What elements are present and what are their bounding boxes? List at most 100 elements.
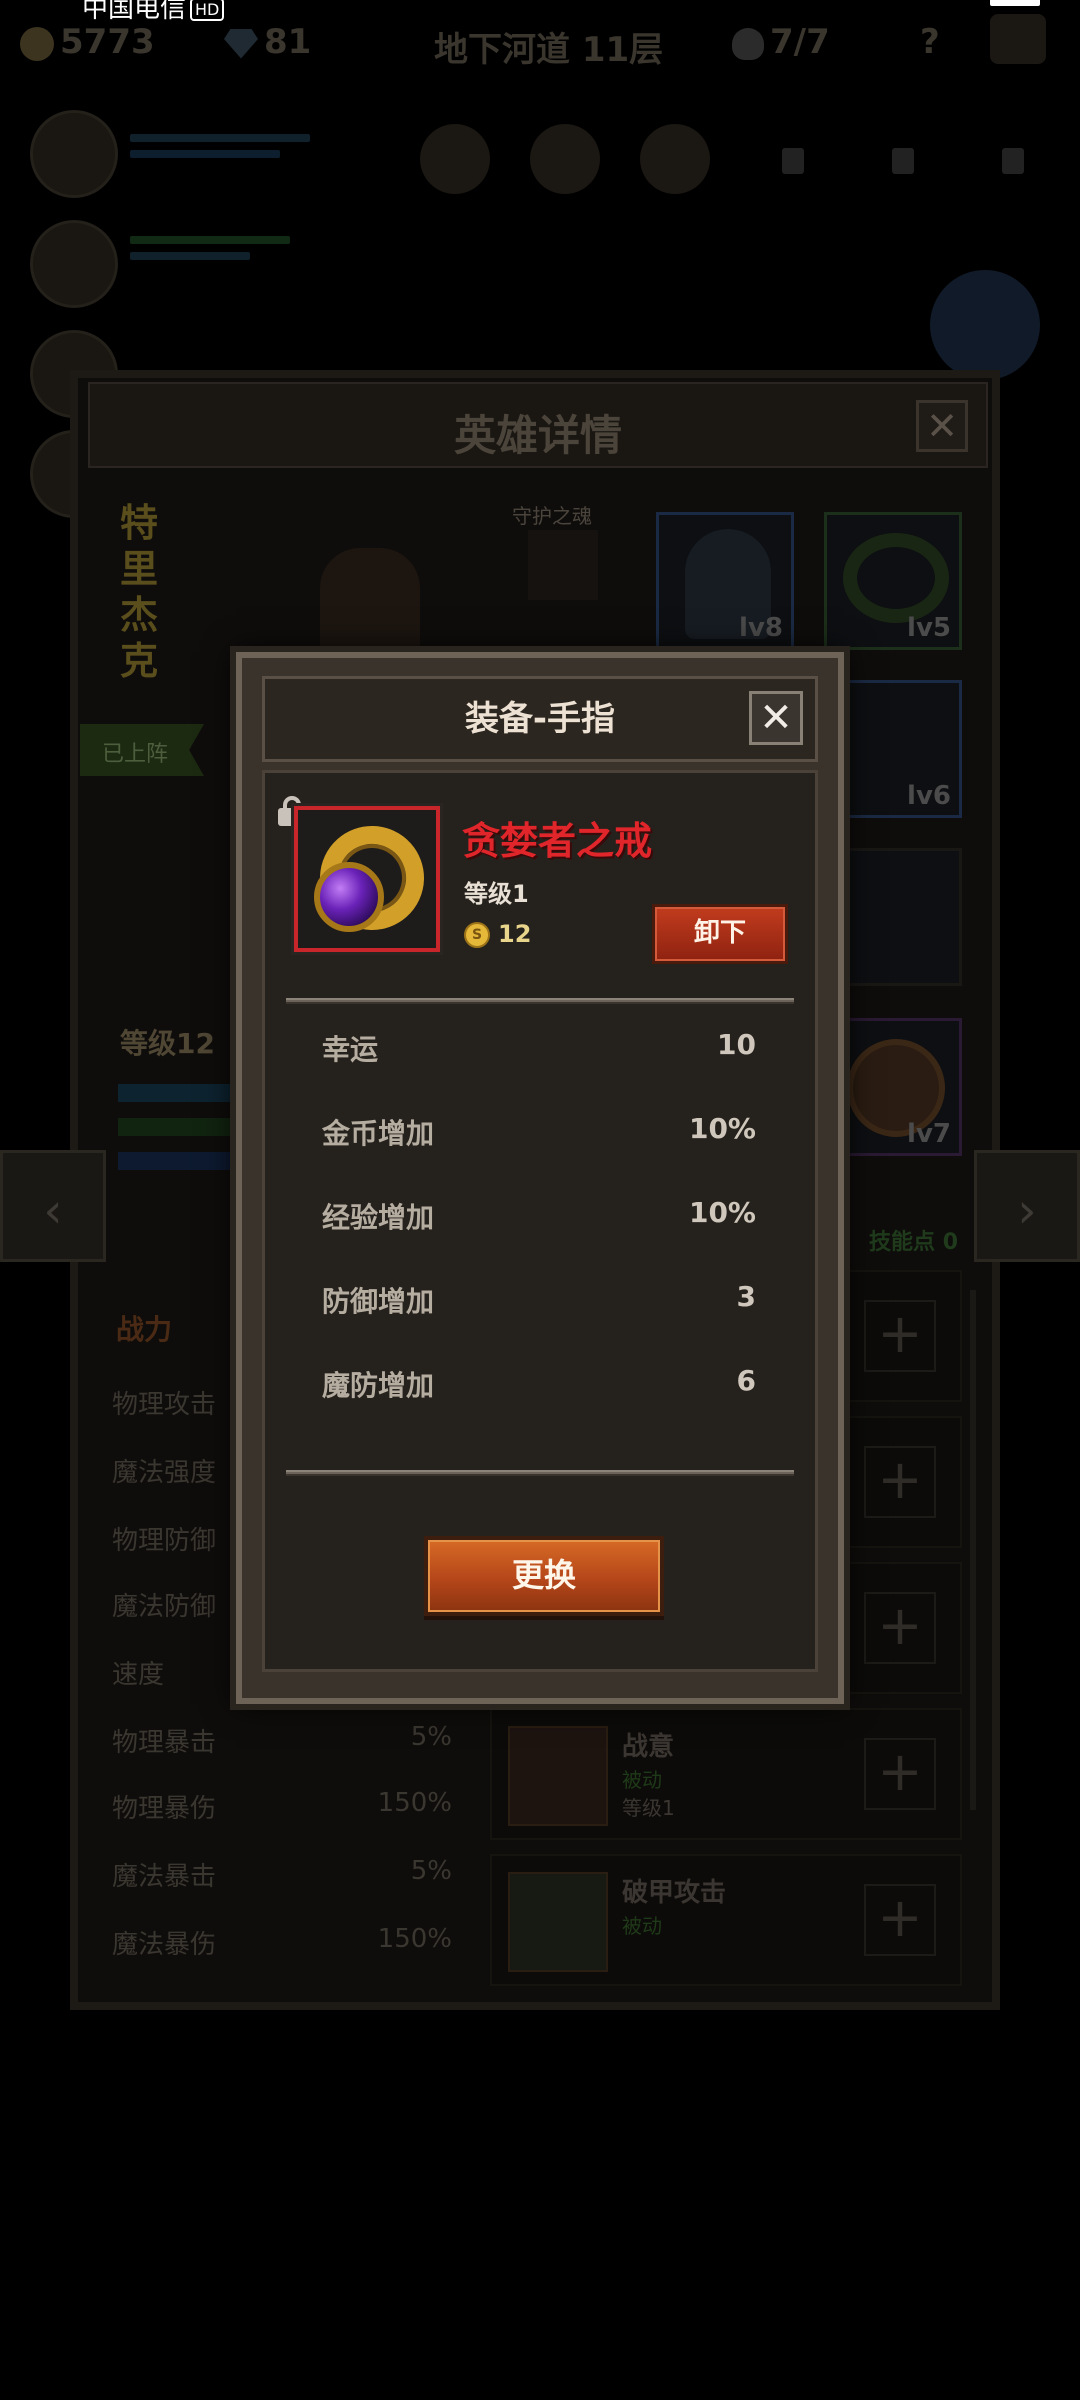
armor-break-icon [508,1872,608,1972]
stat-label: 魔法防御 [112,1592,217,1622]
equipment-level: lv7 [907,1119,951,1149]
wreath-icon [843,533,949,623]
modal-header: 装备-手指 ✕ [262,676,818,762]
item-stat-label: 金币增加 [322,1117,435,1150]
skill-points-label: 技能点 0 [869,1230,958,1255]
replace-button[interactable]: 更换 [424,1536,664,1616]
close-button[interactable]: ✕ [749,691,803,745]
skill-type: 被动 [622,1768,662,1792]
hero-detail-close-button[interactable]: ✕ [916,400,968,452]
lock-icon [782,148,804,174]
hero-portrait [30,220,118,308]
lock-icon [892,148,914,174]
equipment-level: lv5 [907,613,951,643]
inventory-slot[interactable] [420,124,490,194]
battle-will-icon [508,1726,608,1826]
equipment-slot-head[interactable]: lv8 [656,512,794,650]
item-stat-value: 10 [717,1028,756,1061]
item-stat-label: 魔防增加 [322,1369,435,1402]
item-icon-frame [294,806,440,952]
hp-bar [130,236,290,244]
stat-label: 物理暴击 [112,1728,217,1758]
help-button[interactable]: ? [920,22,940,62]
equipment-level: lv6 [907,781,951,811]
skill-name: 破甲攻击 [622,1878,727,1908]
stat-label: 速度 [112,1660,165,1690]
equipment-slot-empty[interactable] [824,848,962,986]
stat-row: 魔法暴伤 150% [112,1924,452,1961]
gold-value: 5773 [60,22,155,62]
equipment-modal: 装备-手指 ✕ 贪婪者之戒 等级1 S 12 卸下 幸运 10 金币增加 10% 经验… [236,652,844,1704]
item-stat-row: 金币增加 10% [322,1112,756,1152]
skill-item[interactable]: 破甲攻击 被动 + [490,1854,962,1986]
stat-value: 5% [410,1856,452,1886]
inventory-slot[interactable] [530,124,600,194]
deployed-tag: 已上阵 [80,724,204,776]
item-name: 贪婪者之戒 [462,819,653,863]
divider [286,998,794,1004]
chevron-left-icon: ‹ [43,1183,63,1239]
stat-label: 魔法强度 [112,1458,217,1488]
hero-list-item[interactable] [20,100,340,200]
mp-bar [130,150,280,158]
item-stat-value: 10% [688,1196,756,1229]
skill-name: 战意 [622,1732,675,1762]
next-hero-button[interactable]: › [974,1150,1080,1262]
skill-type: 被动 [622,1914,662,1938]
stat-row: 物理暴伤 150% [112,1788,452,1825]
stat-label: 物理防御 [112,1526,217,1556]
stat-row: 物理暴击 5% [112,1722,452,1759]
item-stat-value: 6 [736,1364,756,1397]
party-value: 7/7 [770,22,830,62]
stat-label: 魔法暴伤 [112,1930,217,1960]
stat-value: 150% [377,1924,452,1954]
stamina-bar [118,1118,238,1136]
hero-figure [320,548,420,658]
hero-detail-header: 英雄详情 ✕ [88,382,988,468]
equipment-slot-body[interactable]: lv6 [824,680,962,818]
prev-hero-button[interactable]: ‹ [0,1150,106,1262]
item-stat-label: 幸运 [322,1033,379,1066]
item-stat-row: 魔防增加 6 [322,1364,756,1404]
hero-portrait [30,110,118,198]
settings-icon[interactable] [990,14,1046,64]
item-stat-row: 幸运 10 [322,1028,756,1068]
item-stat-label: 防御增加 [322,1285,435,1318]
upgrade-skill-button[interactable]: + [864,1738,936,1810]
item-stat-label: 经验增加 [322,1201,435,1234]
coin-icon: S [464,922,490,948]
equipment-slot-neck[interactable]: lv5 [824,512,962,650]
inventory-slot[interactable] [640,124,710,194]
mp-bar [118,1152,238,1170]
gem-counter: 81 [224,22,311,62]
guardian-slot[interactable] [528,530,598,600]
upgrade-skill-button[interactable]: + [864,1592,936,1664]
ring-icon [305,811,439,945]
gold-counter: 5773 [20,22,155,62]
upgrade-skill-button[interactable]: + [864,1300,936,1372]
skill-level: 等级1 [622,1796,675,1820]
chevron-right-icon: › [1017,1183,1037,1239]
upgrade-skill-button[interactable]: + [864,1446,936,1518]
item-stat-row: 防御增加 3 [322,1280,756,1320]
equipment-slot-offhand[interactable]: lv7 [824,1018,962,1156]
guardian-label: 守护之魂 [512,504,592,528]
hp-bar [130,134,310,142]
divider [286,1470,794,1476]
item-stat-row: 经验增加 10% [322,1196,756,1236]
angel-emblem-icon [930,270,1040,380]
skills-scrollbar[interactable] [970,1290,976,1810]
price-value: 12 [498,920,532,948]
hero-list-item[interactable] [20,210,340,310]
unequip-button[interactable]: 卸下 [652,904,788,964]
top-hud: 5773 81 地下河道 11层 7/7 ? [0,14,1080,74]
stat-row: 魔法暴击 5% [112,1856,452,1893]
battery-icon [990,0,1040,6]
skull-icon [732,27,764,60]
stat-label: 物理暴伤 [112,1794,217,1824]
hero-name: 特里杰克 [120,501,159,683]
upgrade-skill-button[interactable]: + [864,1884,936,1956]
location-label: 地下河道 11层 [434,30,664,70]
skill-item[interactable]: 战意 被动 等级1 + [490,1708,962,1840]
stats-section-title: 战力 [116,1313,173,1346]
